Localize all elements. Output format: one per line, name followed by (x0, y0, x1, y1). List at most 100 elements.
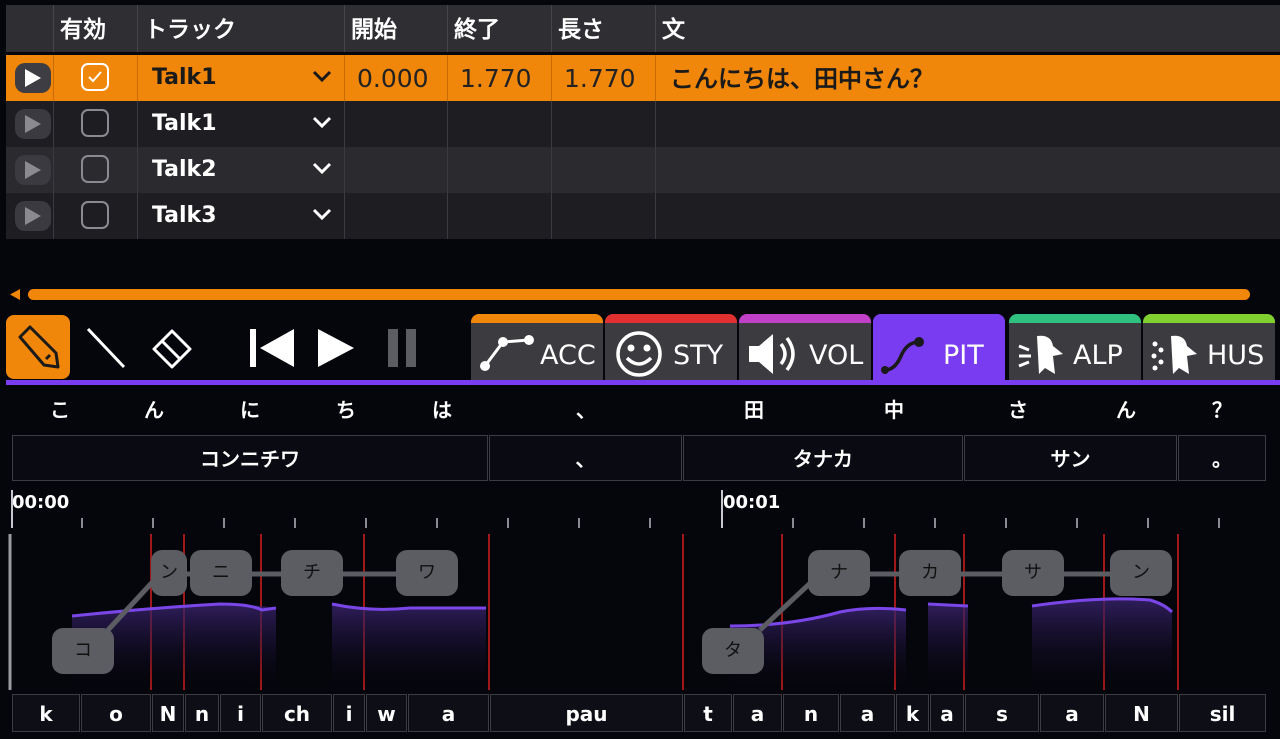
note-box[interactable]: ン (1110, 550, 1172, 596)
kana-group[interactable]: 、 (489, 435, 682, 481)
lyric-char: ん (1116, 398, 1136, 422)
phoneme-box[interactable]: a (733, 694, 782, 732)
pen-tool-button[interactable] (6, 315, 70, 379)
horizontal-scrollbar[interactable] (6, 286, 1256, 302)
phoneme-box[interactable]: n (783, 694, 839, 732)
track-select[interactable]: Talk2 (138, 147, 345, 193)
phoneme-box[interactable]: pau (490, 694, 683, 732)
tab-label: STY (673, 340, 724, 371)
lyric-char: は (432, 398, 452, 422)
table-row[interactable]: Talk2 (6, 147, 1280, 193)
play-icon (25, 115, 41, 133)
phoneme-box[interactable]: a (1040, 694, 1104, 732)
tab-pit[interactable]: PIT (873, 314, 1005, 380)
lyric-char: に (240, 398, 260, 422)
note-box[interactable]: ナ (808, 550, 870, 596)
table-row[interactable]: Talk1 (6, 101, 1280, 147)
enabled-checkbox[interactable] (81, 109, 109, 137)
row-play-button[interactable] (15, 155, 51, 185)
note-box[interactable]: タ (702, 628, 764, 674)
tab-label: ALP (1073, 340, 1123, 371)
header-play (6, 5, 54, 52)
end-value[interactable]: 1.770 (460, 55, 532, 103)
table-row[interactable]: Talk1 0.000 1.770 1.770 こんにちは、田中さん？ (6, 55, 1280, 101)
pause-button[interactable] (372, 315, 436, 379)
tab-vol[interactable]: VOL (739, 314, 871, 380)
note-box[interactable]: チ (281, 550, 343, 596)
phoneme-box[interactable]: w (366, 694, 407, 732)
lyric-char: ？ (1212, 398, 1232, 422)
phoneme-box[interactable]: a (930, 694, 964, 732)
track-table: 有効 トラック 開始 終了 長さ 文 Talk1 0.000 1.770 1.7… (6, 5, 1280, 239)
play-button[interactable] (304, 315, 368, 379)
row-play-button[interactable] (15, 201, 51, 231)
enabled-checkbox[interactable] (81, 201, 109, 229)
pitch-curve-icon (881, 337, 924, 374)
kana-group[interactable]: サン (964, 435, 1177, 481)
line-tool-button[interactable] (74, 315, 138, 379)
enabled-checkbox[interactable] (81, 63, 109, 91)
header-track: トラック (138, 5, 345, 52)
track-name: Talk1 (152, 111, 217, 136)
phoneme-box[interactable]: k (896, 694, 929, 732)
tab-label: HUS (1207, 340, 1265, 371)
scroll-left-arrow-icon[interactable] (10, 289, 20, 300)
scrollbar-thumb[interactable] (28, 289, 1250, 300)
phoneme-box[interactable]: a (840, 694, 895, 732)
smiley-icon (616, 331, 662, 377)
phoneme-box[interactable]: i (220, 694, 261, 732)
time-label: 00:01 (723, 492, 781, 513)
table-row[interactable]: Talk3 (6, 193, 1280, 239)
chevron-down-icon (312, 116, 332, 129)
tab-acc[interactable]: ACC (471, 314, 603, 380)
play-icon (25, 69, 41, 87)
tab-sty[interactable]: STY (605, 314, 737, 380)
tab-underline (6, 380, 1280, 385)
play-icon (25, 161, 41, 179)
kana-group[interactable]: タナカ (683, 435, 963, 481)
kana-group[interactable]: コンニチワ (12, 435, 488, 481)
phoneme-box[interactable]: s (965, 694, 1039, 732)
track-name: Talk2 (152, 157, 217, 182)
phoneme-box[interactable]: t (684, 694, 732, 732)
note-box[interactable]: サ (1002, 550, 1064, 596)
track-select[interactable]: Talk1 (138, 55, 345, 101)
kana-group[interactable]: 。 (1178, 435, 1266, 481)
accent-curve-icon (480, 335, 534, 371)
lyric-char: 中 (884, 398, 904, 422)
note-box[interactable]: コ (52, 628, 114, 674)
phoneme-box[interactable]: i (333, 694, 365, 732)
row-play-button[interactable] (15, 109, 51, 139)
lyric-char: 、 (576, 398, 596, 422)
eraser-tool-button[interactable] (142, 315, 206, 379)
phoneme-box[interactable]: N (152, 694, 184, 732)
phoneme-box[interactable]: sil (1179, 694, 1266, 732)
track-name: Talk3 (152, 203, 217, 228)
phoneme-box[interactable]: k (12, 694, 80, 732)
chevron-down-icon (312, 162, 332, 175)
row-play-button[interactable] (15, 63, 51, 93)
phoneme-box[interactable]: n (185, 694, 219, 732)
header-length: 長さ (552, 5, 656, 52)
checkmark-icon (88, 71, 102, 83)
note-box[interactable]: ン (151, 550, 187, 596)
length-value[interactable]: 1.770 (564, 55, 636, 103)
tab-alp[interactable]: ALP (1009, 314, 1141, 380)
phoneme-box[interactable]: ch (262, 694, 332, 732)
lyric-char: ち (336, 398, 356, 422)
phoneme-box[interactable]: a (408, 694, 489, 732)
phoneme-box[interactable]: N (1105, 694, 1178, 732)
start-value[interactable]: 0.000 (357, 55, 429, 103)
note-box[interactable]: ワ (396, 550, 458, 596)
tab-hus[interactable]: HUS (1143, 314, 1275, 380)
note-box[interactable]: ニ (190, 550, 252, 596)
enabled-checkbox[interactable] (81, 155, 109, 183)
note-box[interactable]: カ (899, 550, 961, 596)
phoneme-box[interactable]: o (81, 694, 151, 732)
editor-toolbar: ACC STY VOL PIT ALP HUS (6, 311, 1280, 383)
sentence-text[interactable]: こんにちは、田中さん？ (670, 55, 934, 103)
lyric-char: さ (1008, 398, 1028, 422)
skip-to-start-button[interactable] (238, 315, 302, 379)
track-select[interactable]: Talk3 (138, 193, 345, 239)
track-select[interactable]: Talk1 (138, 101, 345, 147)
